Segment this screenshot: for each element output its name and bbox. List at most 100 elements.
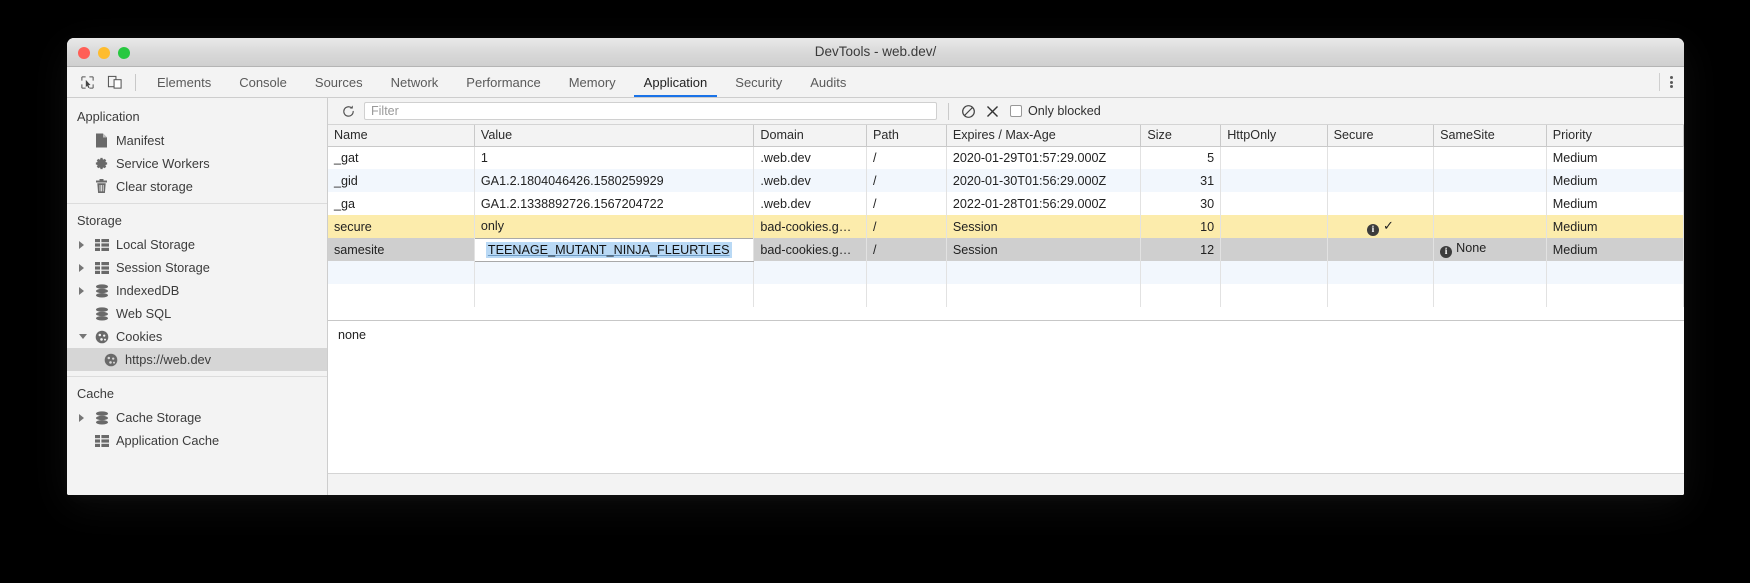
cell-empty[interactable]	[1433, 261, 1547, 284]
cell-path[interactable]: /	[866, 192, 947, 215]
cell-secure[interactable]	[1327, 238, 1435, 261]
col-header-httponly[interactable]: HttpOnly	[1220, 125, 1328, 147]
cell-value[interactable]: only	[474, 215, 755, 238]
cell-empty[interactable]	[1140, 261, 1222, 284]
close-icon[interactable]	[980, 105, 1004, 118]
cell-empty[interactable]	[328, 261, 475, 284]
sidebar-item-web-sql[interactable]: Web SQL	[67, 302, 327, 325]
cell-secure[interactable]	[1327, 169, 1435, 192]
cell-samesite[interactable]: i None	[1433, 238, 1547, 261]
cell-empty[interactable]	[1140, 284, 1222, 307]
sidebar-item-indexeddb[interactable]: IndexedDB	[67, 279, 327, 302]
sidebar-item-local-storage[interactable]: Local Storage	[67, 233, 327, 256]
sidebar-item-session-storage[interactable]: Session Storage	[67, 256, 327, 279]
cell-empty[interactable]	[753, 284, 867, 307]
cell-priority[interactable]: Medium	[1546, 215, 1684, 238]
tab-sources[interactable]: Sources	[301, 67, 377, 97]
twisty-right-icon[interactable]	[79, 240, 92, 249]
twisty-right-icon[interactable]	[79, 286, 92, 295]
cell-empty[interactable]	[1327, 284, 1435, 307]
cell-path[interactable]: /	[866, 169, 947, 192]
clear-all-cookies-icon[interactable]	[956, 104, 980, 119]
cell-domain[interactable]: .web.dev	[753, 192, 867, 215]
cell-size[interactable]: 12	[1140, 238, 1222, 261]
cell-name[interactable]: _gid	[328, 169, 475, 192]
table-row[interactable]: _gat 1 .web.dev/2020-01-29T01:57:29.000Z 5 M…	[328, 146, 1684, 169]
tab-audits[interactable]: Audits	[796, 67, 860, 97]
checkbox-box[interactable]	[1010, 105, 1022, 117]
col-header-value[interactable]: Value	[474, 125, 755, 147]
cookies-table-container[interactable]: Name Value Domain Path Expires / Max-Age…	[328, 125, 1684, 321]
cell-empty[interactable]	[946, 284, 1142, 307]
cell-empty[interactable]	[474, 261, 755, 284]
cell-domain[interactable]: .web.dev	[753, 169, 867, 192]
more-options-icon[interactable]	[1659, 73, 1684, 91]
cell-httponly[interactable]	[1220, 238, 1328, 261]
info-icon[interactable]: i	[1366, 223, 1379, 236]
cell-empty[interactable]	[1546, 261, 1684, 284]
cell-empty[interactable]	[1220, 261, 1328, 284]
table-row[interactable]: secure only bad-cookies.g… / Session 10 i ✓ Medi…	[328, 215, 1684, 238]
cell-samesite[interactable]	[1433, 192, 1547, 215]
col-header-secure[interactable]: Secure	[1327, 125, 1435, 147]
cell-empty[interactable]	[1327, 261, 1435, 284]
cell-empty[interactable]	[474, 284, 755, 307]
cell-secure[interactable]	[1327, 192, 1435, 215]
cell-secure[interactable]: i ✓	[1327, 215, 1435, 238]
table-row-empty[interactable]	[328, 261, 1684, 284]
refresh-icon[interactable]	[336, 104, 360, 119]
col-header-expires[interactable]: Expires / Max-Age	[946, 125, 1142, 147]
cell-samesite[interactable]	[1433, 215, 1547, 238]
cell-secure[interactable]	[1327, 146, 1435, 169]
cell-value-editing[interactable]: TEENAGE_MUTANT_NINJA_FLEURTLES	[473, 237, 755, 262]
col-header-name[interactable]: Name	[328, 125, 475, 147]
cell-httponly[interactable]	[1220, 146, 1328, 169]
device-toolbar-icon[interactable]	[101, 67, 128, 97]
cell-domain[interactable]: bad-cookies.g…	[753, 238, 867, 261]
cell-httponly[interactable]	[1220, 169, 1328, 192]
cell-path[interactable]: /	[866, 238, 947, 261]
cell-name[interactable]: _gat	[328, 146, 475, 169]
cell-size[interactable]: 10	[1140, 215, 1222, 238]
col-header-size[interactable]: Size	[1140, 125, 1222, 147]
cell-size[interactable]: 5	[1140, 146, 1222, 169]
cell-name[interactable]: secure	[328, 215, 475, 238]
filter-input[interactable]	[364, 102, 937, 120]
table-row[interactable]: _gid GA1.2.1804046426.1580259929 .web.dev /…	[328, 169, 1684, 192]
cell-priority[interactable]: Medium	[1546, 146, 1684, 169]
cell-empty[interactable]	[866, 261, 947, 284]
cell-name[interactable]: samesite	[328, 238, 475, 261]
cell-value-selected-text[interactable]: TEENAGE_MUTANT_NINJA_FLEURTLES	[485, 241, 732, 258]
cell-expires[interactable]: 2022-01-28T01:56:29.000Z	[946, 192, 1142, 215]
only-blocked-checkbox[interactable]: Only blocked	[1010, 104, 1101, 118]
table-row-empty[interactable]	[328, 284, 1684, 307]
sidebar-item-cache-storage[interactable]: Cache Storage	[67, 406, 327, 429]
cell-domain[interactable]: bad-cookies.g…	[753, 215, 867, 238]
cell-empty[interactable]	[946, 261, 1142, 284]
cell-empty[interactable]	[1433, 284, 1547, 307]
cell-name[interactable]: _ga	[328, 192, 475, 215]
cell-expires[interactable]: Session	[946, 215, 1142, 238]
cell-domain[interactable]: .web.dev	[753, 146, 867, 169]
sidebar-item-cookies[interactable]: Cookies	[67, 325, 327, 348]
tab-network[interactable]: Network	[377, 67, 453, 97]
info-icon[interactable]: i	[1440, 246, 1453, 258]
tab-performance[interactable]: Performance	[452, 67, 554, 97]
twisty-down-icon[interactable]	[79, 334, 92, 339]
cell-httponly[interactable]	[1220, 192, 1328, 215]
cell-value[interactable]: GA1.2.1338892726.1567204722	[474, 192, 755, 215]
cell-path[interactable]: /	[866, 146, 947, 169]
twisty-right-icon[interactable]	[79, 263, 92, 272]
col-header-path[interactable]: Path	[866, 125, 947, 147]
cell-expires[interactable]: Session	[946, 238, 1142, 261]
col-header-samesite[interactable]: SameSite	[1433, 125, 1547, 147]
cell-httponly[interactable]	[1220, 215, 1328, 238]
tab-memory[interactable]: Memory	[555, 67, 630, 97]
twisty-right-icon[interactable]	[79, 413, 92, 422]
cell-empty[interactable]	[328, 284, 475, 307]
sidebar-item-clear-storage[interactable]: Clear storage	[67, 175, 327, 198]
sidebar-item-manifest[interactable]: Manifest	[67, 129, 327, 152]
cell-size[interactable]: 31	[1140, 169, 1222, 192]
cell-empty[interactable]	[753, 261, 867, 284]
cell-priority[interactable]: Medium	[1546, 169, 1684, 192]
